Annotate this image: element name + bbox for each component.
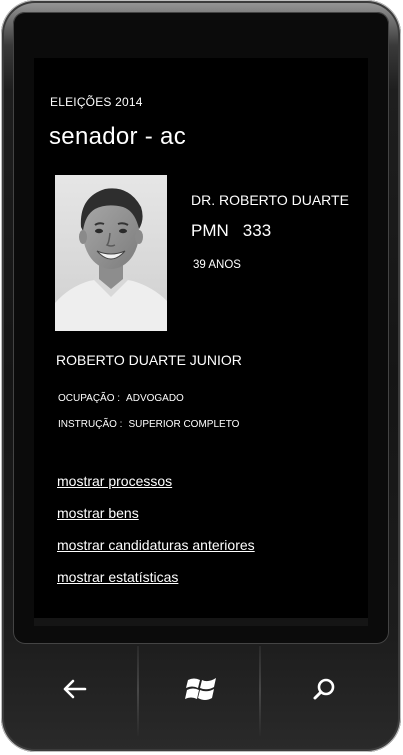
party-and-number: PMN 333	[191, 221, 285, 241]
windows-logo-icon	[184, 674, 219, 708]
show-previous-candidacies-link[interactable]: mostrar candidaturas anteriores	[57, 537, 255, 553]
show-statistics-link[interactable]: mostrar estatísticas	[57, 569, 178, 585]
occupation-label: OCUPAÇÃO :	[58, 393, 121, 404]
hardware-nav-bar	[13, 644, 389, 738]
search-button[interactable]	[263, 644, 384, 738]
show-lawsuits-link[interactable]: mostrar processos	[57, 473, 172, 489]
search-icon	[312, 677, 336, 705]
education-row: INSTRUÇÃO : SUPERIOR COMPLETO	[58, 419, 239, 430]
candidate-age: 39 ANOS	[193, 259, 241, 271]
education-value: SUPERIOR COMPLETO	[128, 419, 240, 430]
candidate-short-name: DR. ROBERTO DUARTE	[191, 192, 349, 208]
app-screen: ELEIÇÕES 2014 senador - ac DR. ROBERTO D…	[34, 58, 368, 618]
candidate-photo	[55, 175, 167, 331]
nav-divider	[137, 646, 139, 736]
nav-divider	[259, 646, 261, 736]
page-title: senador - ac	[49, 123, 187, 150]
education-label: INSTRUÇÃO :	[58, 419, 123, 430]
back-arrow-icon	[61, 678, 87, 704]
candidate-full-name: ROBERTO DUARTE JUNIOR	[56, 352, 242, 368]
party-abbreviation: PMN	[191, 221, 229, 240]
candidate-number: 333	[242, 221, 272, 240]
back-button[interactable]	[13, 644, 134, 738]
screen-bottom-edge	[34, 618, 368, 626]
occupation-value: ADVOGADO	[126, 393, 184, 404]
start-button[interactable]	[141, 644, 262, 738]
occupation-row: OCUPAÇÃO : ADVOGADO	[58, 393, 184, 404]
election-label: ELEIÇÕES 2014	[50, 95, 143, 109]
show-assets-link[interactable]: mostrar bens	[57, 505, 139, 521]
